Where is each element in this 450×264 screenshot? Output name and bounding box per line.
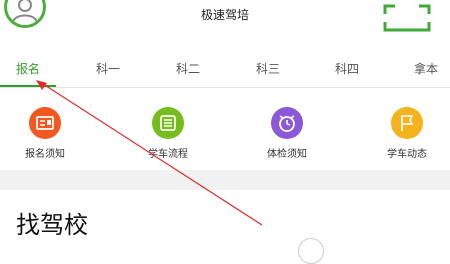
annotation-arrow-icon [36,80,263,226]
